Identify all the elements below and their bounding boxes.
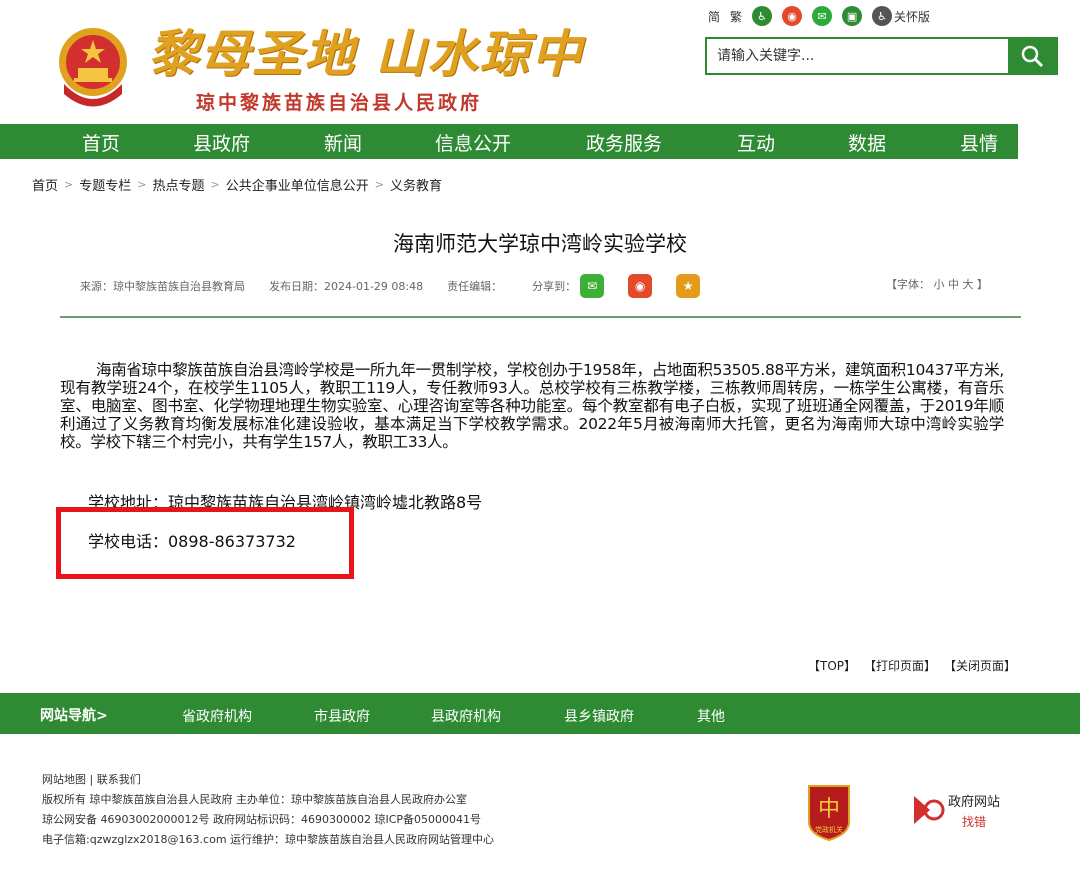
red-highlight-box [56, 507, 354, 579]
font-size-control[interactable]: 【字体： 小 中 大 】 [886, 276, 988, 292]
close-link[interactable]: 【关闭页面】 [944, 657, 1016, 674]
breadcrumb-separator: > [64, 178, 74, 191]
footer-nav-item[interactable]: 县乡镇政府 [564, 706, 634, 726]
svg-text:中: 中 [818, 797, 840, 822]
site-header: 黎母圣地 山水琼中 琼中黎族苗族自治县人民政府 简 繁 ♿ ◉ ✉ ▣ ♿ 关怀… [0, 0, 1080, 124]
nav-item-data[interactable]: 数据 [848, 129, 886, 156]
print-link[interactable]: 【打印页面】 [864, 657, 936, 674]
article-body: 海南省琼中黎族苗族自治县湾岭学校是一所九年一贯制学校，学校创办于1958年，占地… [60, 361, 1004, 451]
nav-item-home[interactable]: 首页 [82, 129, 120, 156]
breadcrumb-home[interactable]: 首页 [32, 175, 58, 194]
nav-item-news[interactable]: 新闻 [324, 129, 362, 156]
share-wechat-icon[interactable]: ✉ [580, 274, 605, 298]
nav-item-gov-service[interactable]: 政务服务 [586, 129, 662, 156]
article-editor: 责任编辑： [447, 280, 503, 293]
share-qzone-icon[interactable]: ★ [676, 274, 701, 298]
footer-copyright: 版权所有 琼中黎族苗族自治县人民政府 主办单位：琼中黎族苗族自治县人民政府办公室 [42, 793, 467, 806]
article-title: 海南师范大学琼中湾岭实验学校 [393, 232, 687, 256]
breadcrumb-special[interactable]: 专题专栏 [79, 175, 131, 194]
search-box [705, 37, 1058, 75]
share-weibo-icon[interactable]: ◉ [628, 274, 653, 298]
footer-nav-item[interactable]: 省政府机构 [182, 706, 252, 726]
search-icon [1021, 45, 1044, 68]
breadcrumb-separator: > [374, 178, 384, 191]
article-date: 发布日期：2024-01-29 08:48 [269, 280, 424, 293]
national-emblem-icon [59, 28, 127, 107]
top-link[interactable]: 【TOP】 [808, 657, 856, 674]
main-nav: 首页 县政府 新闻 信息公开 政务服务 互动 数据 县情 [0, 124, 1018, 159]
share-label: 分享到： [532, 280, 577, 293]
breadcrumb-separator: > [137, 178, 147, 191]
footer-nav-title: 网站导航> [40, 708, 108, 724]
search-button[interactable] [1008, 39, 1056, 73]
footer-nav-item[interactable]: 其他 [697, 706, 725, 726]
wechat-icon[interactable]: ✉ [812, 6, 833, 26]
simplified-link[interactable]: 简 [708, 8, 720, 25]
breadcrumb: 首页 > 专题专栏 > 热点专题 > 公共企事业单位信息公开 > 义务教育 [32, 175, 442, 194]
traditional-link[interactable]: 繁 [730, 8, 742, 25]
page-actions: 【TOP】 【打印页面】 【关闭页面】 [808, 657, 1016, 674]
article-meta: 来源：琼中黎族苗族自治县教育局 发布日期：2024-01-29 08:48 责任… [80, 274, 724, 298]
app-icon[interactable]: ▣ [842, 6, 863, 26]
footer-icp: 琼公网安备 46903002000012号 政府网站标识码：4690300002… [42, 813, 481, 826]
footer-links[interactable]: 网站地图 | 联系我们 [42, 770, 494, 790]
breadcrumb-separator: > [210, 178, 220, 191]
elder-mode-link[interactable]: 关怀版 [894, 8, 930, 25]
title-divider [60, 316, 1021, 318]
site-slogan: 黎母圣地 山水琼中 [148, 24, 584, 83]
site-footer: 网站地图 | 联系我们 版权所有 琼中黎族苗族自治县人民政府 主办单位：琼中黎族… [42, 770, 494, 850]
elder-mode-icon[interactable]: ♿ [872, 6, 893, 26]
gov-name: 琼中黎族苗族自治县人民政府 [196, 92, 483, 114]
footer-nav: 网站导航> 省政府机构 市县政府 县政府机构 县乡镇政府 其他 [0, 693, 1080, 734]
svg-text:党政机关: 党政机关 [815, 825, 843, 834]
article-source: 来源：琼中黎族苗族自治县教育局 [80, 280, 245, 293]
svg-text:找错: 找错 [962, 815, 986, 829]
header-tools: 简 繁 ♿ ◉ ✉ ▣ ♿ 关怀版 [708, 6, 930, 26]
breadcrumb-compulsory-edu[interactable]: 义务教育 [390, 175, 442, 194]
nav-item-interaction[interactable]: 互动 [737, 129, 775, 156]
nav-item-county-info[interactable]: 县情 [960, 129, 998, 156]
search-input[interactable] [707, 39, 1008, 73]
breadcrumb-public-units[interactable]: 公共企事业单位信息公开 [226, 175, 369, 194]
weibo-icon[interactable]: ◉ [782, 6, 803, 26]
footer-nav-item[interactable]: 市县政府 [314, 706, 370, 726]
footer-nav-item[interactable]: 县政府机构 [431, 706, 501, 726]
nav-item-info-open[interactable]: 信息公开 [435, 129, 511, 156]
party-gov-badge-icon[interactable]: 中 党政机关 [803, 782, 855, 842]
nav-item-county-gov[interactable]: 县政府 [193, 129, 250, 156]
breadcrumb-hot-topics[interactable]: 热点专题 [152, 175, 204, 194]
accessibility-icon[interactable]: ♿ [752, 6, 773, 26]
svg-text:政府网站: 政府网站 [948, 795, 1000, 810]
footer-contact: 电子信箱:qzwzglzx2018@163.com 运行维护：琼中黎族苗族自治县… [42, 833, 495, 846]
site-error-finder-icon[interactable]: 政府网站 找错 [912, 786, 1012, 834]
